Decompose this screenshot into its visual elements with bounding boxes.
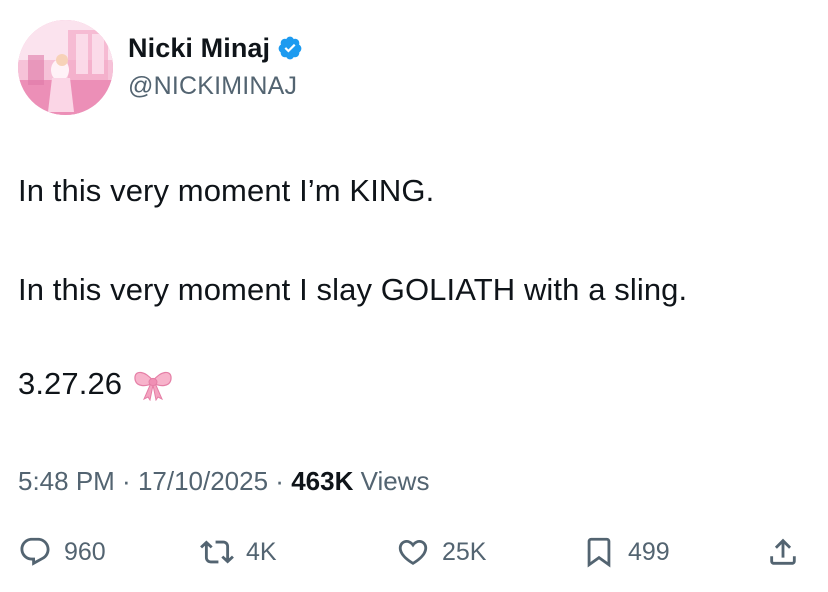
share-icon [770, 538, 796, 565]
share-button[interactable] [766, 532, 800, 572]
verified-badge-icon [277, 35, 303, 61]
like-button[interactable]: 25K [396, 532, 486, 572]
bookmark-icon [587, 537, 611, 568]
author-row: Nicki Minaj [128, 30, 303, 66]
avatar-image [18, 20, 113, 115]
tweet-date-text: 3.27.26 [18, 366, 123, 401]
repost-button[interactable]: 4K [200, 532, 277, 572]
bookmark-count: 499 [628, 537, 670, 566]
repost-count: 4K [246, 537, 277, 566]
like-count: 25K [442, 537, 487, 566]
tweet-meta: 5:48 PM · 17/10/2025 · 463K Views [18, 466, 429, 497]
repost-icon [200, 540, 234, 564]
views-count: 463K [291, 466, 354, 496]
author-name[interactable]: Nicki Minaj [128, 33, 270, 64]
ribbon-bow-icon [132, 367, 174, 402]
tweet-text-line-2: In this very moment I slay GOLIATH with … [18, 272, 688, 307]
tweet-text-line-3: 3.27.26 [18, 366, 174, 402]
tweet-date[interactable]: 17/10/2025 [138, 466, 268, 496]
tweet-card: Nicki Minaj @NICKIMINAJ In this very mom… [0, 0, 828, 592]
meta-separator: · [268, 466, 292, 496]
reply-count: 960 [64, 537, 106, 566]
heart-icon [398, 539, 428, 565]
author-handle[interactable]: @NICKIMINAJ [128, 72, 297, 101]
tweet-time[interactable]: 5:48 PM [18, 466, 115, 496]
bookmark-button[interactable]: 499 [582, 532, 670, 572]
avatar[interactable] [18, 20, 113, 115]
views-label: Views [353, 466, 430, 496]
tweet-text-line-1: In this very moment I’m KING. [18, 173, 435, 208]
meta-separator: · [114, 466, 138, 496]
reply-button[interactable]: 960 [18, 532, 106, 572]
reply-icon [20, 537, 50, 566]
